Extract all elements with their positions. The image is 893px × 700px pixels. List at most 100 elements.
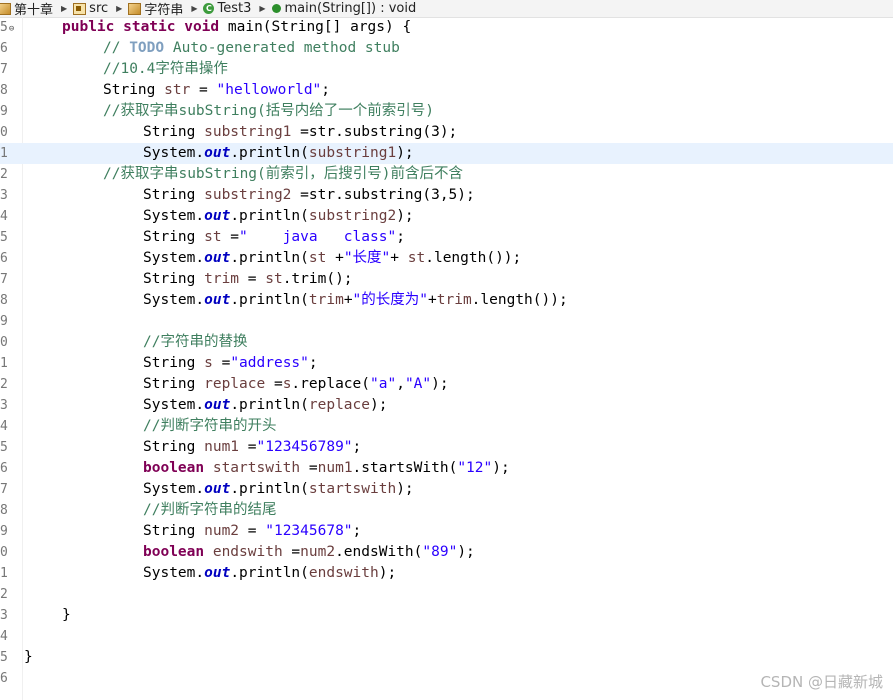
code-line[interactable]: 1 System.out.println(substring1); xyxy=(0,143,893,164)
breadcrumb-item-src[interactable]: src xyxy=(73,1,108,16)
code-line[interactable]: 1 String s ="address"; xyxy=(0,353,893,374)
code-line[interactable]: 5 String st =" java class"; xyxy=(0,227,893,248)
code-token: "a" xyxy=(370,376,397,392)
breadcrumb-item-method[interactable]: main(String[]) : void xyxy=(271,1,416,16)
code-token: out xyxy=(204,565,231,581)
code-line[interactable]: 7 String trim = st.trim(); xyxy=(0,269,893,290)
code-text: } xyxy=(24,647,33,668)
code-token: num2 xyxy=(204,523,240,539)
code-token: ; xyxy=(321,82,331,98)
code-line[interactable]: 6 System.out.println(st +"长度"+ st.length(… xyxy=(0,248,893,269)
code-line[interactable]: 9 xyxy=(0,311,893,332)
code-line[interactable]: 6 xyxy=(0,668,893,689)
code-token: = xyxy=(221,229,240,245)
code-token: System. xyxy=(143,481,205,497)
code-token: = xyxy=(265,376,283,392)
code-line[interactable]: 5 String num1 ="123456789"; xyxy=(0,437,893,458)
code-text: System.out.println(substring1); xyxy=(143,143,414,164)
code-token: System. xyxy=(143,397,205,413)
code-line[interactable]: 4 System.out.println(substring2); xyxy=(0,206,893,227)
code-line[interactable]: 1 System.out.println(endswith); xyxy=(0,563,893,584)
watermark: CSDN @日藏新城 xyxy=(760,673,883,691)
line-number-text: 4 xyxy=(0,419,8,434)
breadcrumb-item-class[interactable]: C Test3 xyxy=(203,1,251,16)
code-line[interactable]: 3} xyxy=(0,605,893,626)
code-line[interactable]: 3 System.out.println(replace); xyxy=(0,395,893,416)
code-token: trim xyxy=(308,292,344,308)
line-number: 9 xyxy=(0,101,22,122)
code-editor[interactable]: 5⊖ public static void main(String[] args)… xyxy=(0,17,893,700)
code-line[interactable]: 7 System.out.println(startswith); xyxy=(0,479,893,500)
code-line[interactable]: 9 //获取字串subString(括号内给了一个前索引号) xyxy=(0,101,893,122)
code-line[interactable]: 0 //字符串的替换 xyxy=(0,332,893,353)
code-line[interactable]: 8 String str = "helloworld"; xyxy=(0,80,893,101)
code-token: String xyxy=(143,229,205,245)
code-line[interactable]: 0 boolean endswith =num2.endsWith("89"); xyxy=(0,542,893,563)
code-token: public static void xyxy=(62,19,228,35)
code-line[interactable]: 8 //判断字符串的结尾 xyxy=(0,500,893,521)
breadcrumb: 第十章 ▶ src ▶ 字符串 ▶ C Test3 ▶ main(String[… xyxy=(0,0,893,18)
code-token: .println( xyxy=(230,250,309,266)
code-token: = xyxy=(239,523,266,539)
code-token: .println( xyxy=(230,565,309,581)
code-token: String xyxy=(143,187,205,203)
code-token: replace xyxy=(204,376,266,392)
code-text: String num1 ="123456789"; xyxy=(143,437,361,458)
line-number: 5 xyxy=(0,227,22,248)
code-text: String replace =s.replace("a","A"); xyxy=(143,374,449,395)
line-number: 2 xyxy=(0,374,22,395)
line-number: 5⊖ xyxy=(0,17,22,40)
line-number-text: 3 xyxy=(0,608,8,623)
code-line[interactable]: 4 xyxy=(0,626,893,647)
line-number-text: 4 xyxy=(0,629,8,644)
breadcrumb-item-package[interactable]: 字符串 xyxy=(128,0,183,17)
breadcrumb-item-chapter10[interactable]: 第十章 xyxy=(0,0,54,18)
code-line[interactable]: 2 xyxy=(0,584,893,605)
code-token: main(String[] args) { xyxy=(227,19,412,35)
code-token: .startsWith( xyxy=(352,460,458,476)
code-token: //判断字符串的结尾 xyxy=(143,502,277,518)
code-token: "address" xyxy=(230,355,309,371)
chevron-right-icon: ▶ xyxy=(116,4,123,13)
code-line[interactable]: 5} xyxy=(0,647,893,668)
line-number: 9 xyxy=(0,521,22,542)
code-token: ; xyxy=(396,229,405,245)
code-token: ); xyxy=(370,397,388,413)
fold-toggle-icon[interactable]: ⊖ xyxy=(9,24,14,34)
code-line[interactable]: 6 boolean startswith =num1.startsWith("12… xyxy=(0,458,893,479)
code-line[interactable]: 5⊖ public static void main(String[] args)… xyxy=(0,17,893,38)
code-text: // TODO Auto-generated method stub xyxy=(103,38,400,59)
code-token: } xyxy=(24,649,33,665)
code-text: System.out.println(trim+"的长度为"+trim.leng… xyxy=(143,290,568,311)
code-token: = xyxy=(190,82,217,98)
breadcrumb-label: 第十章 xyxy=(14,3,54,18)
code-line[interactable]: 7 //10.4字符串操作 xyxy=(0,59,893,80)
code-token: substring1 xyxy=(308,145,397,161)
code-line[interactable]: 2 String replace =s.replace("a","A"); xyxy=(0,374,893,395)
code-token: = xyxy=(282,544,301,560)
code-token: String xyxy=(143,439,205,455)
code-line[interactable]: 2 //获取字串subString(前索引，后搜引号)前含后不含 xyxy=(0,164,893,185)
line-number: 1 xyxy=(0,563,22,584)
line-number-text: 7 xyxy=(0,482,8,497)
code-token: Auto-generated method stub xyxy=(164,40,400,56)
code-line[interactable]: 9 String num2 = "12345678"; xyxy=(0,521,893,542)
code-token: .length()); xyxy=(471,292,568,308)
code-line[interactable]: 0 String substring1 =str.substring(3); xyxy=(0,122,893,143)
code-line[interactable]: 6 // TODO Auto-generated method stub xyxy=(0,38,893,59)
code-token: "的长度为" xyxy=(352,292,429,308)
code-token: startswith xyxy=(308,481,397,497)
code-token: ); xyxy=(457,544,475,560)
code-token: num1 xyxy=(204,439,240,455)
code-line[interactable]: 3 String substring2 =str.substring(3,5); xyxy=(0,185,893,206)
code-line[interactable]: 4 //判断字符串的开头 xyxy=(0,416,893,437)
code-token: trim xyxy=(436,292,472,308)
code-token: out xyxy=(204,250,231,266)
line-number-text: 6 xyxy=(0,251,8,266)
line-number-text: 4 xyxy=(0,209,8,224)
code-text: //判断字符串的结尾 xyxy=(143,500,276,521)
code-token: ; xyxy=(308,355,318,371)
code-line[interactable]: 8 System.out.println(trim+"的长度为"+trim.len… xyxy=(0,290,893,311)
code-token: out xyxy=(204,292,231,308)
code-text: String str = "helloworld"; xyxy=(103,80,330,101)
